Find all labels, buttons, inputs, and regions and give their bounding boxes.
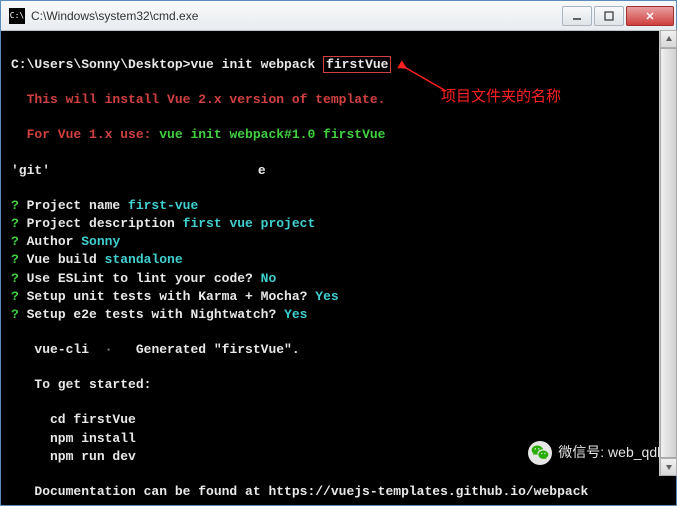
vertical-scrollbar[interactable] [659,30,677,476]
scroll-up-button[interactable] [660,30,677,48]
wechat-icon [528,441,552,465]
prompt-questions: ? Project name first-vue? Project descri… [11,197,666,324]
docs-line: Documentation can be found at https://vu… [11,483,666,501]
scroll-down-button[interactable] [660,458,677,476]
close-button[interactable] [626,6,674,26]
prompt-question: ? Setup e2e tests with Nightwatch? Yes [11,306,666,324]
prompt-question: ? Project description first vue project [11,215,666,233]
generated-line: vue-cli · Generated "firstVue". [11,341,666,359]
step-line: cd firstVue [11,411,666,429]
maximize-button[interactable] [594,6,624,26]
annotation-text: 项目文件夹的名称 [441,86,561,107]
prompt-question: ? Author Sonny [11,233,666,251]
command-line: C:\Users\Sonny\Desktop>vue init webpack … [11,56,666,74]
minimize-button[interactable] [562,6,592,26]
cmd-icon [9,8,25,24]
prompt: C:\Users\Sonny\Desktop> [11,57,190,72]
window-title: C:\Windows\system32\cmd.exe [31,9,562,23]
install-message: This will install Vue 2.x version of tem… [11,91,666,109]
git-error: 'git' е [11,162,666,180]
scroll-track[interactable] [660,48,677,458]
scroll-thumb[interactable] [660,48,677,458]
cmd-window: C:\Windows\system32\cmd.exe C:\Users\Son… [0,0,677,506]
terminal-area[interactable]: C:\Users\Sonny\Desktop>vue init webpack … [1,31,676,505]
command-arg-boxed: firstVue [323,56,391,73]
wechat-label: 微信号: web_qdkf [558,443,668,463]
prompt-question: ? Vue build standalone [11,251,666,269]
wechat-watermark: 微信号: web_qdkf [528,441,668,465]
command-text: vue init webpack [190,57,323,72]
prompt-question: ? Use ESLint to lint your code? No [11,270,666,288]
titlebar[interactable]: C:\Windows\system32\cmd.exe [1,1,676,31]
prompt-question: ? Setup unit tests with Karma + Mocha? Y… [11,288,666,306]
prompt-question: ? Project name first-vue [11,197,666,215]
get-started-heading: To get started: [11,376,666,394]
window-controls [562,6,674,26]
compat-line: For Vue 1.x use: vue init webpack#1.0 fi… [11,126,666,144]
